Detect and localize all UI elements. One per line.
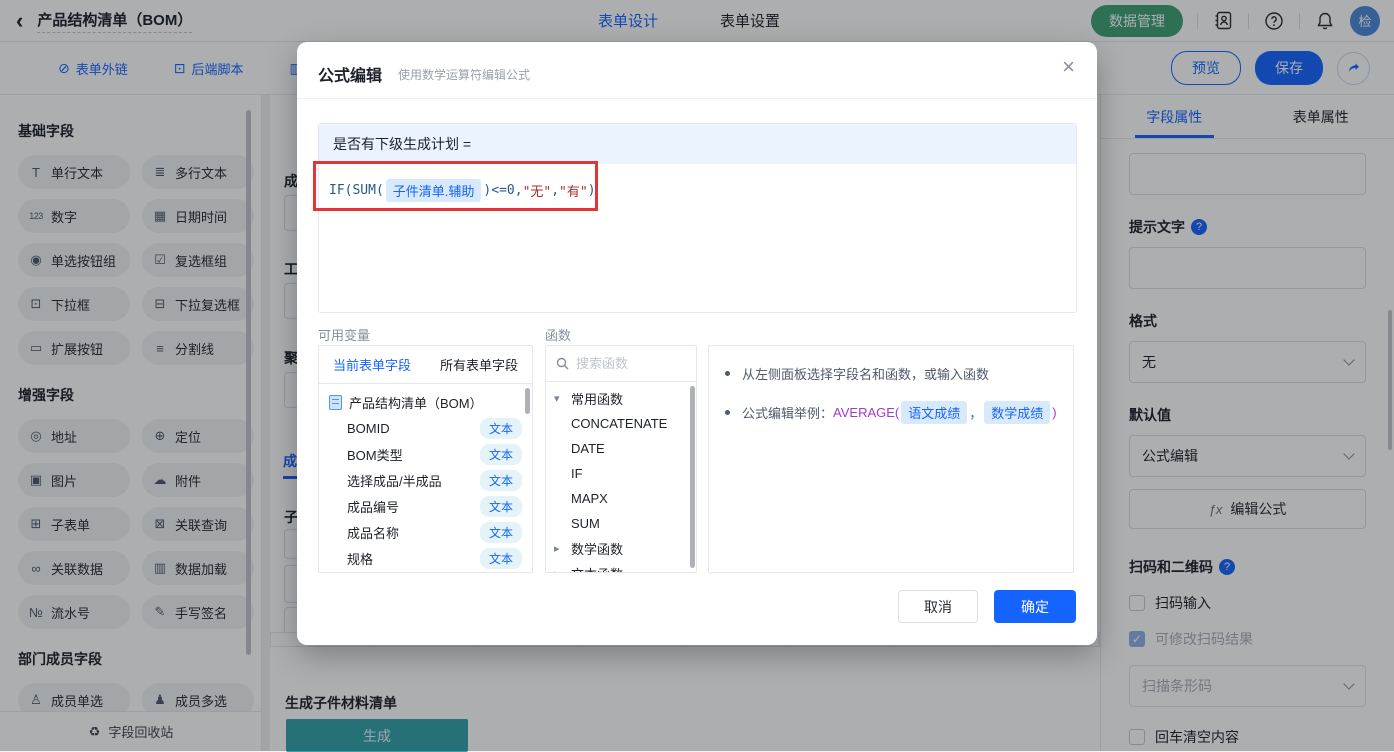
formula-edit-modal: 公式编辑 使用数学运算符编辑公式 × 是否有下级生成计划 = IF(SUM( 子…: [297, 42, 1097, 645]
tree-field[interactable]: 规格 文本: [319, 545, 532, 571]
divider: [297, 98, 1097, 99]
type-tag: 文本: [480, 470, 522, 491]
formula-input[interactable]: IF(SUM( 子件清单.辅助 )<=0, "无" , "有" ): [319, 164, 1076, 217]
type-tag: 文本: [480, 522, 522, 543]
bullet-icon: [725, 410, 730, 415]
modal-title: 公式编辑: [318, 62, 382, 86]
tree-field[interactable]: BOM类型 文本: [319, 441, 532, 467]
formula-paren: ): [588, 183, 596, 198]
bullet-icon: [725, 371, 730, 376]
caret-closed-icon: ▸: [554, 542, 566, 555]
group-label: 文本函数: [571, 564, 623, 573]
tips-panel: 从左侧面板选择字段名和函数，或输入函数 公式编辑举例： AVERAGE( 语文成…: [708, 345, 1074, 573]
variables-panel: 当前表单字段 所有表单字段 产品结构清单（BOM） BOMID文本 BOM类型文…: [318, 345, 533, 573]
field-name: 成品编号: [347, 497, 399, 516]
tip-text: 公式编辑举例：: [742, 403, 833, 422]
functions-panel: ▾ 常用函数 CONCATENATE DATE IF MAPX SUM ▸ 数学…: [545, 345, 697, 573]
formula-string: "无": [523, 181, 552, 200]
function-item[interactable]: MAPX: [546, 486, 696, 511]
tree-field[interactable]: 选择成品/半成品 文本: [319, 467, 532, 493]
function-search-input[interactable]: [576, 356, 676, 371]
tip-text: 从左侧面板选择字段名和函数，或输入函数: [742, 364, 989, 383]
caret-open-icon: ▾: [554, 392, 566, 405]
function-group-common[interactable]: ▾ 常用函数: [546, 386, 696, 411]
close-icon[interactable]: ×: [1062, 56, 1075, 78]
functions-label: 函数: [545, 325, 571, 344]
field-name: 规格: [347, 549, 373, 568]
field-chip[interactable]: 子件清单.辅助: [386, 179, 482, 202]
example-field-chip: 数学成绩: [984, 401, 1050, 424]
function-search[interactable]: [546, 346, 696, 382]
function-item[interactable]: CONCATENATE: [546, 411, 696, 436]
field-name: 选择成品/半成品: [347, 471, 442, 490]
caret-closed-icon: ▸: [554, 567, 566, 573]
field-name: BOMID: [347, 421, 390, 436]
function-item[interactable]: DATE: [546, 436, 696, 461]
tip-line-2: 公式编辑举例： AVERAGE( 语文成绩 ， 数学成绩 ): [725, 401, 1057, 424]
example-paren: ): [1052, 405, 1056, 420]
example-function: AVERAGE(: [833, 405, 899, 420]
cancel-button[interactable]: 取消: [898, 590, 978, 623]
type-tag: 文本: [480, 418, 522, 439]
modal-subtitle: 使用数学运算符编辑公式: [398, 66, 530, 83]
search-icon: [556, 357, 569, 370]
type-tag: 文本: [480, 548, 522, 569]
variables-label: 可用变量: [318, 325, 370, 344]
function-group-math[interactable]: ▸ 数学函数: [546, 536, 696, 561]
group-label: 常用函数: [571, 389, 623, 408]
formula-comma: ,: [551, 183, 559, 198]
form-doc-icon: [329, 395, 342, 410]
formula-target: 是否有下级生成计划 =: [319, 124, 1076, 164]
tree-field[interactable]: 成品名称 文本: [319, 519, 532, 545]
variables-tabs: 当前表单字段 所有表单字段: [319, 346, 532, 384]
field-name: 成品名称: [347, 523, 399, 542]
function-group-text[interactable]: ▸ 文本函数: [546, 561, 696, 573]
formula-string: "有": [559, 181, 588, 200]
formula-keyword: IF(SUM(: [329, 183, 384, 198]
tab-all-form-fields[interactable]: 所有表单字段: [440, 355, 518, 374]
confirm-button[interactable]: 确定: [994, 590, 1076, 623]
variables-scrollbar[interactable]: [525, 388, 530, 414]
example-comma: ，: [969, 403, 982, 422]
function-item[interactable]: SUM: [546, 511, 696, 536]
functions-scrollbar[interactable]: [690, 386, 695, 568]
tree-field[interactable]: BOMID 文本: [319, 415, 532, 441]
tree-root-label: 产品结构清单（BOM）: [349, 393, 483, 412]
tree-field[interactable]: 成品编号 文本: [319, 493, 532, 519]
tip-line-1: 从左侧面板选择字段名和函数，或输入函数: [725, 364, 1057, 383]
tab-current-form-fields[interactable]: 当前表单字段: [333, 355, 411, 374]
formula-editor: 是否有下级生成计划 = IF(SUM( 子件清单.辅助 )<=0, "无" , …: [318, 123, 1077, 313]
field-name: BOM类型: [347, 445, 403, 464]
formula-operator: )<=0,: [483, 183, 522, 198]
group-label: 数学函数: [571, 539, 623, 558]
type-tag: 文本: [480, 496, 522, 517]
tree-root[interactable]: 产品结构清单（BOM）: [319, 389, 532, 415]
type-tag: 文本: [480, 444, 522, 465]
example-field-chip: 语文成绩: [901, 401, 967, 424]
function-item[interactable]: IF: [546, 461, 696, 486]
